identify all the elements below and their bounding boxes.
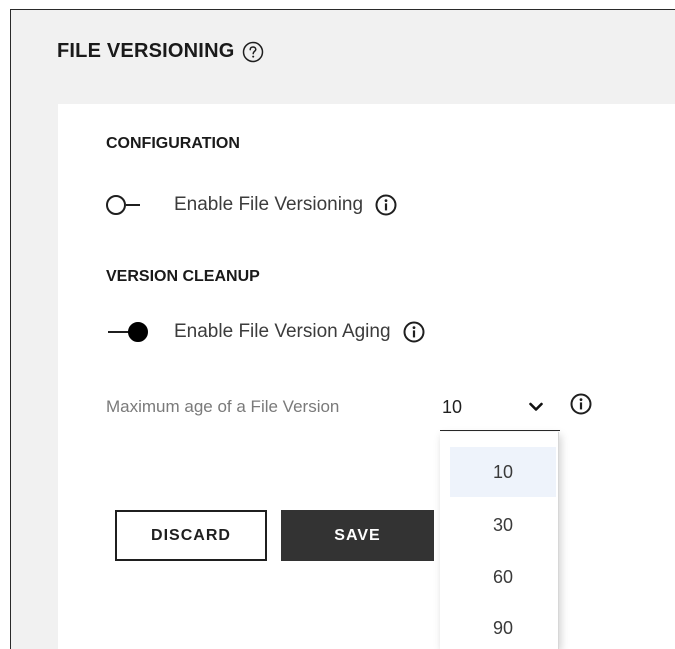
max-age-select[interactable]: 10 bbox=[440, 389, 560, 431]
discard-button[interactable]: DISCARD bbox=[115, 510, 267, 561]
version-aging-row: Enable File Version Aging bbox=[106, 321, 425, 343]
version-aging-label: Enable File Version Aging bbox=[174, 321, 391, 342]
file-versioning-label: Enable File Versioning bbox=[174, 194, 364, 215]
info-icon[interactable] bbox=[570, 393, 592, 415]
version-cleanup-heading: VERSION CLEANUP bbox=[106, 268, 260, 285]
configuration-heading: CONFIGURATION bbox=[106, 135, 240, 152]
page-title-text: FILE VERSIONING bbox=[57, 40, 235, 62]
toggle-knob bbox=[128, 322, 148, 342]
max-age-dropdown: 10 30 60 90 bbox=[440, 432, 559, 649]
page-title: FILE VERSIONING bbox=[57, 40, 264, 63]
chevron-down-icon[interactable] bbox=[529, 402, 543, 412]
toggle-track bbox=[108, 331, 130, 333]
dropdown-option-90[interactable]: 90 bbox=[450, 603, 556, 649]
file-versioning-row: Enable File Versioning bbox=[106, 194, 397, 216]
version-aging-toggle[interactable] bbox=[106, 322, 148, 342]
help-circle-icon[interactable] bbox=[242, 41, 264, 63]
toggle-knob bbox=[106, 195, 126, 215]
save-button[interactable]: SAVE bbox=[281, 510, 434, 561]
dropdown-option-10[interactable]: 10 bbox=[450, 447, 556, 497]
max-age-label: Maximum age of a File Version bbox=[106, 397, 340, 416]
file-versioning-toggle[interactable] bbox=[106, 195, 148, 215]
dropdown-option-30[interactable]: 30 bbox=[450, 500, 556, 550]
dropdown-option-60[interactable]: 60 bbox=[450, 552, 556, 602]
toggle-track bbox=[126, 204, 140, 206]
info-icon[interactable] bbox=[403, 321, 425, 343]
max-age-value: 10 bbox=[442, 397, 463, 417]
settings-panel bbox=[58, 104, 675, 649]
info-icon[interactable] bbox=[375, 194, 397, 216]
